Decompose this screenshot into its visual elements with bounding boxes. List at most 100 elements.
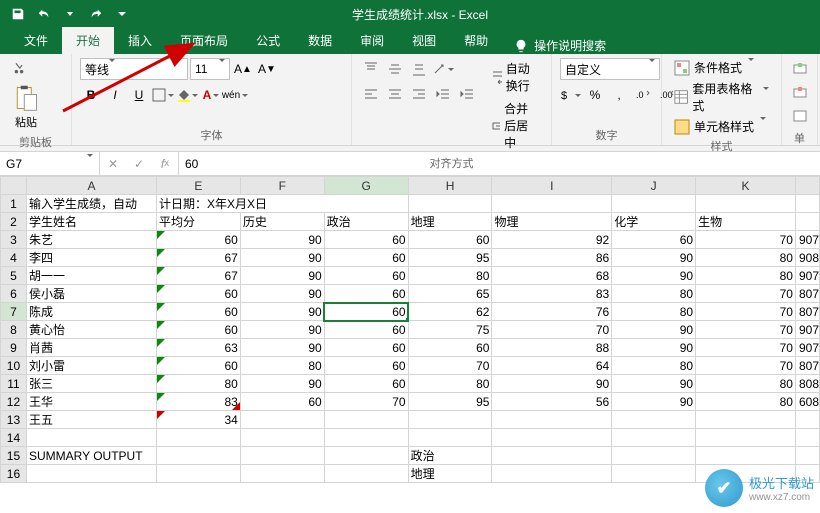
cell[interactable] bbox=[324, 411, 408, 429]
cell-styles-button[interactable]: 单元格样式 bbox=[670, 117, 773, 136]
format-as-table-button[interactable]: 套用表格格式 bbox=[670, 79, 773, 115]
row-header[interactable]: 5 bbox=[1, 267, 27, 285]
cell[interactable]: 80 bbox=[612, 357, 696, 375]
cell[interactable]: 王华 bbox=[26, 393, 156, 411]
tab-view[interactable]: 视图 bbox=[398, 27, 450, 54]
cell[interactable]: 70 bbox=[696, 285, 796, 303]
cell[interactable]: 李四 bbox=[26, 249, 156, 267]
increase-indent-button[interactable] bbox=[456, 84, 478, 106]
fill-color-button[interactable] bbox=[176, 84, 198, 106]
qat-customize[interactable] bbox=[110, 2, 134, 26]
font-color-button[interactable]: A bbox=[200, 84, 222, 106]
cell[interactable]: 朱艺 bbox=[26, 231, 156, 249]
select-all-corner[interactable] bbox=[1, 177, 27, 195]
cell[interactable]: 物理 bbox=[492, 213, 612, 231]
format-cells-button[interactable] bbox=[790, 106, 812, 128]
col-header-A[interactable]: A bbox=[26, 177, 156, 195]
cell[interactable]: 80 bbox=[408, 375, 492, 393]
cell[interactable]: 76 bbox=[492, 303, 612, 321]
cell[interactable] bbox=[408, 429, 492, 447]
cell[interactable] bbox=[795, 195, 819, 213]
cell[interactable]: 83 bbox=[492, 285, 612, 303]
cell[interactable] bbox=[795, 447, 819, 465]
col-header-G[interactable]: G bbox=[324, 177, 408, 195]
paste-button[interactable]: 粘贴 bbox=[8, 82, 44, 132]
cell[interactable]: 90 bbox=[240, 285, 324, 303]
cell[interactable]: 60 bbox=[324, 249, 408, 267]
cell[interactable]: 70 bbox=[492, 321, 612, 339]
tab-file[interactable]: 文件 bbox=[10, 27, 62, 54]
cell[interactable]: 70 bbox=[408, 357, 492, 375]
cell[interactable]: 学生姓名 bbox=[26, 213, 156, 231]
cell[interactable]: 67 bbox=[156, 267, 240, 285]
cell[interactable]: 计日期：X年X月X日 bbox=[156, 195, 408, 213]
cell[interactable]: 70 bbox=[696, 231, 796, 249]
cell[interactable]: 908 bbox=[795, 249, 819, 267]
accounting-format-button[interactable]: $ bbox=[560, 84, 582, 106]
row-header[interactable]: 2 bbox=[1, 213, 27, 231]
cell[interactable] bbox=[26, 465, 156, 483]
wrap-text-button[interactable]: 自动换行 bbox=[488, 58, 543, 96]
row-header[interactable]: 13 bbox=[1, 411, 27, 429]
cell[interactable]: 90 bbox=[612, 249, 696, 267]
enter-formula-button[interactable]: ✓ bbox=[126, 157, 152, 171]
phonetic-button[interactable]: wén bbox=[224, 84, 246, 106]
orientation-button[interactable] bbox=[432, 58, 454, 80]
cell[interactable]: 60 bbox=[324, 285, 408, 303]
worksheet-grid[interactable]: A E F G H I J K 1 输入学生成绩，自动 计日期：X年X月X日 2… bbox=[0, 176, 820, 513]
row-header[interactable]: 1 bbox=[1, 195, 27, 213]
cell[interactable] bbox=[492, 411, 612, 429]
cell[interactable]: 70 bbox=[696, 339, 796, 357]
row-header[interactable]: 3 bbox=[1, 231, 27, 249]
cell[interactable]: 90 bbox=[492, 375, 612, 393]
cell[interactable]: 95 bbox=[408, 393, 492, 411]
cell[interactable]: 生物 bbox=[696, 213, 796, 231]
cell[interactable]: 807 bbox=[795, 303, 819, 321]
name-box[interactable]: G7 bbox=[0, 152, 100, 175]
cell[interactable] bbox=[696, 429, 796, 447]
cell[interactable]: 70 bbox=[324, 393, 408, 411]
underline-button[interactable]: U bbox=[128, 84, 150, 106]
cell[interactable]: 胡一一 bbox=[26, 267, 156, 285]
cell[interactable] bbox=[612, 195, 696, 213]
cell[interactable]: 907 bbox=[795, 231, 819, 249]
cell[interactable]: 90 bbox=[240, 267, 324, 285]
tell-me-search[interactable]: 操作说明搜索 bbox=[502, 37, 618, 54]
cell[interactable]: 60 bbox=[612, 231, 696, 249]
bold-button[interactable]: B bbox=[80, 84, 102, 106]
cut-button[interactable] bbox=[8, 58, 30, 80]
comma-button[interactable]: , bbox=[608, 84, 630, 106]
cell[interactable]: 90 bbox=[240, 375, 324, 393]
cell[interactable]: 侯小磊 bbox=[26, 285, 156, 303]
cell[interactable]: 92 bbox=[492, 231, 612, 249]
cell[interactable]: 地理 bbox=[408, 465, 492, 483]
cell[interactable]: 60 bbox=[324, 321, 408, 339]
cell[interactable] bbox=[408, 195, 492, 213]
align-top-button[interactable] bbox=[360, 58, 382, 80]
cell[interactable]: 80 bbox=[408, 267, 492, 285]
cell[interactable]: 60 bbox=[324, 231, 408, 249]
cell[interactable]: 56 bbox=[492, 393, 612, 411]
row-header[interactable]: 12 bbox=[1, 393, 27, 411]
cell[interactable]: 输入学生成绩，自动 bbox=[26, 195, 156, 213]
cell[interactable]: 34 bbox=[156, 411, 240, 429]
cell[interactable] bbox=[240, 411, 324, 429]
cell[interactable]: 90 bbox=[612, 267, 696, 285]
cell[interactable]: 60 bbox=[324, 267, 408, 285]
col-header-I[interactable]: I bbox=[492, 177, 612, 195]
cell[interactable] bbox=[795, 411, 819, 429]
cell[interactable]: 90 bbox=[240, 231, 324, 249]
insert-cells-button[interactable] bbox=[790, 58, 812, 80]
row-header[interactable]: 7 bbox=[1, 303, 27, 321]
cell[interactable]: 60 bbox=[408, 339, 492, 357]
cell[interactable]: 地理 bbox=[408, 213, 492, 231]
insert-function-button[interactable]: fx bbox=[152, 157, 178, 171]
cell[interactable]: 历史 bbox=[240, 213, 324, 231]
cell[interactable] bbox=[240, 429, 324, 447]
cell[interactable] bbox=[156, 447, 240, 465]
cell[interactable]: 90 bbox=[612, 393, 696, 411]
cell[interactable]: 刘小雷 bbox=[26, 357, 156, 375]
cell[interactable]: 60 bbox=[408, 231, 492, 249]
cell[interactable]: 80 bbox=[240, 357, 324, 375]
cell[interactable] bbox=[696, 447, 796, 465]
